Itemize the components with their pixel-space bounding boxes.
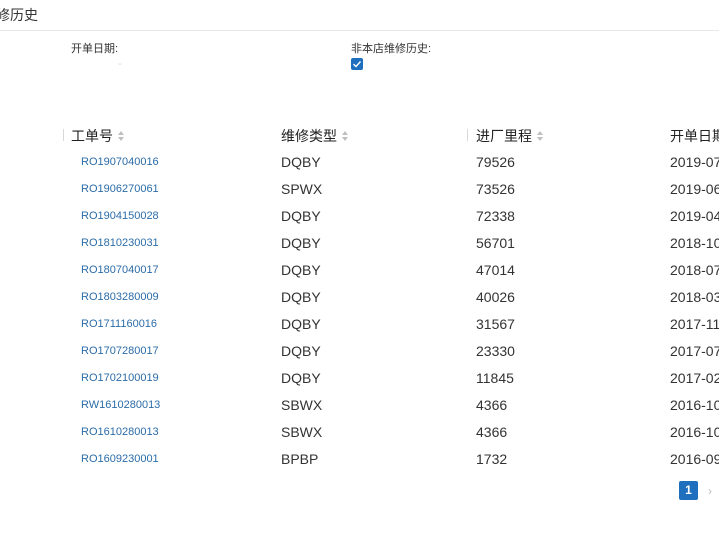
open-date-cell: 2016-09-23	[670, 451, 719, 467]
sort-icon[interactable]	[342, 131, 349, 141]
order-number-link[interactable]: RO1702100019	[81, 365, 159, 392]
open-date-cell: 2019-07-04	[670, 154, 719, 170]
open-date-cell: 2019-06-27	[670, 181, 719, 197]
pagination-page-button[interactable]: 1	[679, 481, 698, 500]
mileage-cell: 4366	[476, 424, 508, 440]
order-number-link[interactable]: RO1904150028	[81, 203, 159, 230]
repair-type-cell: SBWX	[281, 424, 323, 440]
table-row: RO1702100019 DQBY 11845 2017-02-10	[0, 365, 719, 392]
open-date-cell: 2018-10-23	[670, 235, 719, 251]
column-header-label: 工单号	[71, 128, 113, 144]
non-shop-history-checkbox[interactable]	[351, 58, 363, 70]
table-row: RO1904150028 DQBY 72338 2019-04-15	[0, 203, 719, 230]
column-divider	[63, 129, 64, 141]
open-date-cell: 2017-07-28	[670, 343, 719, 359]
order-number-link[interactable]: RO1711160016	[81, 311, 157, 338]
column-header-mileage[interactable]: 进厂里程	[476, 126, 544, 146]
table-row: RO1807040017 DQBY 47014 2018-07-04	[0, 257, 719, 284]
order-number-link[interactable]: RO1907040016	[81, 149, 159, 176]
table-row: RO1803280009 DQBY 40026 2018-03-28	[0, 284, 719, 311]
column-header-order-no[interactable]: 工单号	[71, 126, 125, 146]
order-number-link[interactable]: RO1609230001	[81, 446, 159, 473]
repair-type-cell: DQBY	[281, 370, 321, 386]
order-number-link[interactable]: RO1810230031	[81, 230, 159, 257]
open-date-cell: 2017-11-16	[670, 316, 719, 332]
order-number-link[interactable]: RO1807040017	[81, 257, 159, 284]
repair-type-cell: BPBP	[281, 451, 319, 467]
column-header-repair-type[interactable]: 维修类型	[281, 126, 349, 146]
table-row: RO1907040016 DQBY 79526 2019-07-04	[0, 149, 719, 176]
table-row: RO1609230001 BPBP 1732 2016-09-23	[0, 446, 719, 473]
table-row: RO1906270061 SPWX 73526 2019-06-27	[0, 176, 719, 203]
mileage-cell: 40026	[476, 289, 515, 305]
order-number-link[interactable]: RO1707280017	[81, 338, 159, 365]
repair-type-cell: DQBY	[281, 262, 321, 278]
repair-type-cell: DQBY	[281, 235, 321, 251]
mileage-cell: 47014	[476, 262, 515, 278]
mileage-cell: 1732	[476, 451, 508, 467]
open-date-range-input[interactable]: -	[118, 58, 123, 70]
open-date-cell: 2017-02-10	[670, 370, 719, 386]
repair-type-cell: DQBY	[281, 208, 321, 224]
repair-type-cell: DQBY	[281, 343, 321, 359]
mileage-cell: 23330	[476, 343, 515, 359]
non-shop-history-label: 非本店维修历史:	[351, 43, 432, 55]
sort-icon[interactable]	[537, 131, 544, 141]
mileage-cell: 72338	[476, 208, 515, 224]
open-date-cell: 2018-07-04	[670, 262, 719, 278]
table-row: RO1711160016 DQBY 31567 2017-11-16	[0, 311, 719, 338]
table-row: RO1810230031 DQBY 56701 2018-10-23	[0, 230, 719, 257]
open-date-cell: 2019-04-15	[670, 208, 719, 224]
repair-type-cell: DQBY	[281, 154, 321, 170]
open-date-cell: 2016-10-28	[670, 424, 719, 440]
open-date-cell: 2018-03-28	[670, 289, 719, 305]
mileage-cell: 11845	[476, 370, 514, 386]
check-icon	[353, 61, 362, 68]
column-header-open-date[interactable]: 开单日期	[670, 126, 719, 146]
page-title: 修历史	[0, 7, 38, 23]
order-number-link[interactable]: RW1610280013	[81, 392, 160, 419]
mileage-cell: 73526	[476, 181, 515, 197]
repair-type-cell: SPWX	[281, 181, 323, 197]
mileage-cell: 4366	[476, 397, 508, 413]
sort-icon[interactable]	[118, 131, 125, 141]
repair-type-cell: SBWX	[281, 397, 323, 413]
column-divider	[467, 129, 468, 141]
title-bar: 修历史	[0, 0, 719, 31]
table-row: RO1707280017 DQBY 23330 2017-07-28	[0, 338, 719, 365]
table-row: RO1610280013 SBWX 4366 2016-10-28	[0, 419, 719, 446]
mileage-cell: 31567	[476, 316, 515, 332]
column-header-label: 进厂里程	[476, 128, 532, 144]
repair-type-cell: DQBY	[281, 289, 321, 305]
column-header-label: 维修类型	[281, 128, 337, 144]
pagination-next-icon[interactable]: ›	[708, 484, 712, 498]
order-number-link[interactable]: RO1610280013	[81, 419, 159, 446]
mileage-cell: 79526	[476, 154, 515, 170]
open-date-cell: 2016-10-28	[670, 397, 719, 413]
order-number-link[interactable]: RO1906270061	[81, 176, 159, 203]
column-header-label: 开单日期	[670, 128, 719, 144]
repair-type-cell: DQBY	[281, 316, 321, 332]
open-date-label: 开单日期:	[71, 43, 119, 55]
table-row: RW1610280013 SBWX 4366 2016-10-28	[0, 392, 719, 419]
order-number-link[interactable]: RO1803280009	[81, 284, 159, 311]
mileage-cell: 56701	[476, 235, 515, 251]
